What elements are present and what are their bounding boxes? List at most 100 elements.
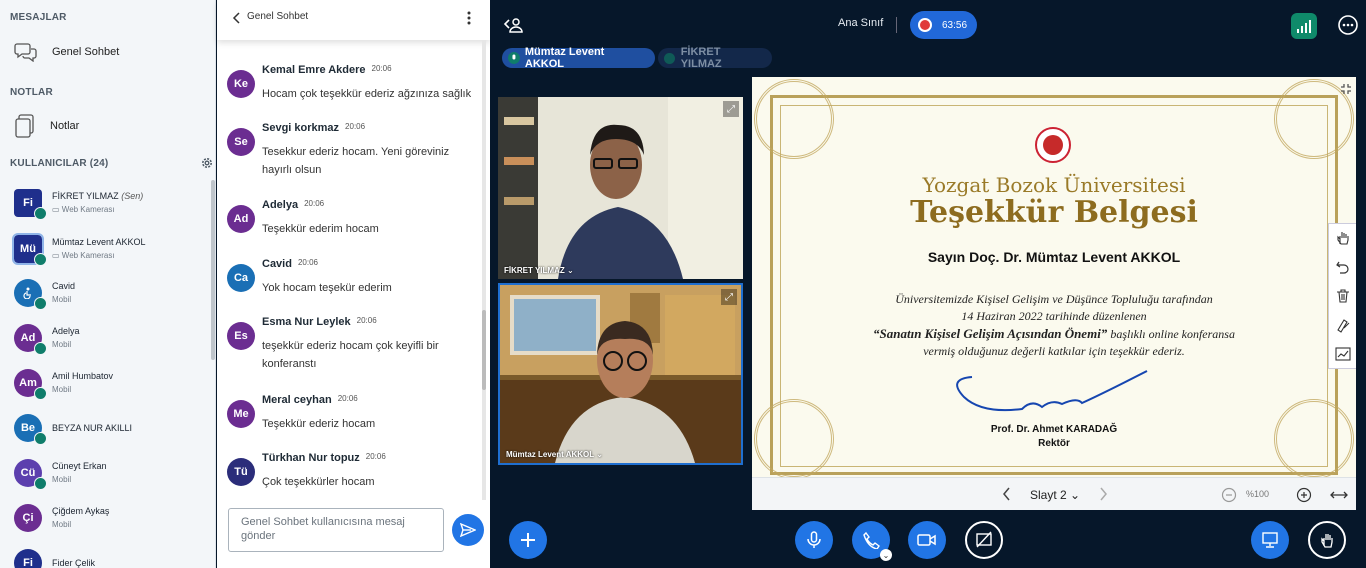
recording-time: 63:56 bbox=[942, 19, 968, 31]
message-time: 20:06 bbox=[345, 122, 366, 131]
slide-selector[interactable]: Slayt 2 ⌄ bbox=[1030, 488, 1080, 502]
actions-button[interactable] bbox=[509, 521, 547, 559]
expand-icon[interactable]: ⤢ bbox=[723, 101, 739, 117]
video-label[interactable]: Mümtaz Levent AKKOL ⌄ bbox=[506, 450, 603, 459]
message-time: 20:06 bbox=[356, 316, 377, 325]
message-text: Çok teşekkürler hocam bbox=[262, 476, 375, 488]
hide-panel-icon[interactable] bbox=[503, 16, 523, 34]
message-sender: Meral ceyhan bbox=[262, 394, 332, 406]
message-sender: Türkhan Nur topuz bbox=[262, 452, 360, 464]
send-button[interactable] bbox=[452, 514, 484, 546]
user-row[interactable]: Fi Fider Çelik bbox=[14, 543, 210, 568]
zoom-level: %100 bbox=[1246, 489, 1270, 499]
signature-icon bbox=[956, 370, 1148, 412]
user-status: Web Kamerası bbox=[61, 251, 115, 260]
user-row[interactable]: Cü Cüneyt Erkan Mobil bbox=[14, 453, 210, 493]
user-row[interactable]: Fi FİKRET YILMAZ (Sen) ▭ Web Kamerası bbox=[14, 183, 210, 223]
undo-icon[interactable] bbox=[1335, 259, 1351, 275]
more-options-icon[interactable] bbox=[1338, 15, 1358, 35]
video-tile[interactable]: ⤢ FİKRET YILMAZ ⌄ bbox=[498, 97, 743, 279]
message-sender: Cavid bbox=[262, 258, 292, 270]
trash-icon[interactable] bbox=[1335, 288, 1351, 304]
webcam-video bbox=[498, 97, 743, 279]
notes-link[interactable]: Notlar bbox=[14, 114, 79, 138]
video-tile[interactable]: ⤢ Mümtaz Levent AKKOL ⌄ bbox=[498, 283, 743, 465]
recording-indicator[interactable]: 63:56 bbox=[910, 11, 977, 39]
user-name: Çiğdem Aykaş bbox=[52, 506, 110, 516]
share-webcam-button[interactable] bbox=[908, 521, 946, 559]
chat-message-input[interactable]: Genel Sohbet kullanıcısına mesaj gönder bbox=[228, 508, 444, 552]
user-suffix: (Sen) bbox=[121, 191, 144, 201]
connection-status-button[interactable] bbox=[1291, 13, 1317, 39]
phone-icon bbox=[863, 531, 880, 549]
minimize-icon[interactable] bbox=[1340, 83, 1352, 95]
app: MESAJLAR Genel Sohbet NOTLAR Notlar KULL… bbox=[0, 0, 1366, 568]
presentation-toolbar: Slayt 2 ⌄ %100 bbox=[752, 477, 1356, 510]
avatar: Tü bbox=[227, 458, 255, 486]
message-sender: Esma Nur Leylek bbox=[262, 316, 351, 328]
user-name: Adelya bbox=[52, 326, 80, 336]
presentation-area: Yozgat Bozok Üniversitesi Teşekkür Belge… bbox=[752, 77, 1356, 510]
user-name: Cüneyt Erkan bbox=[52, 461, 107, 471]
user-row[interactable]: Mü Mümtaz Levent AKKOL ▭ Web Kamerası bbox=[12, 229, 210, 269]
leave-audio-button[interactable]: ⌄ bbox=[852, 521, 892, 561]
next-slide-icon[interactable] bbox=[1098, 487, 1108, 501]
certificate-title: Teşekkür Belgesi bbox=[910, 195, 1198, 230]
previous-slide-icon[interactable] bbox=[1002, 487, 1012, 501]
microphone-icon bbox=[34, 297, 47, 310]
public-chat-link[interactable]: Genel Sohbet bbox=[14, 42, 119, 62]
mute-button[interactable] bbox=[795, 521, 833, 559]
avatar bbox=[14, 279, 47, 310]
chat-scrollbar[interactable] bbox=[482, 40, 486, 500]
user-name: Fider Çelik bbox=[52, 557, 96, 568]
notes-header: NOTLAR bbox=[10, 87, 53, 98]
message-text: teşekkür ederiz hocam çok keyifli bir ko… bbox=[262, 340, 439, 370]
message-text: Tesekkur ederiz hocam. Yeni göreviniz ha… bbox=[262, 146, 450, 176]
message-sender: Adelya bbox=[262, 199, 299, 211]
chat-title[interactable]: Genel Sohbet bbox=[247, 11, 308, 22]
chevron-down-icon[interactable]: ⌄ bbox=[880, 549, 892, 561]
avatar: Cü bbox=[14, 459, 47, 490]
hand-tool-icon[interactable] bbox=[1335, 230, 1351, 246]
more-options-icon[interactable] bbox=[467, 11, 471, 25]
zoom-in-icon[interactable] bbox=[1296, 487, 1312, 503]
user-row[interactable]: Ad Adelya Mobil bbox=[14, 318, 210, 358]
user-name: BEYZA NUR AKILLI bbox=[52, 422, 133, 433]
gear-icon[interactable] bbox=[200, 156, 214, 170]
talking-indicator[interactable]: FİKRET YILMAZ bbox=[658, 46, 772, 70]
user-row[interactable]: Cavid Mobil bbox=[14, 273, 210, 313]
talking-indicator[interactable]: Mümtaz Levent AKKOL bbox=[502, 46, 655, 70]
microphone-icon bbox=[34, 387, 47, 400]
message-sender: Sevgi korkmaz bbox=[262, 122, 340, 134]
notes-icon bbox=[15, 114, 34, 138]
certificate-slide: Yozgat Bozok Üniversitesi Teşekkür Belge… bbox=[752, 77, 1356, 477]
user-name: Cavid bbox=[52, 281, 76, 291]
message-text: Teşekkür ederim hocam bbox=[262, 223, 379, 235]
talker-name: Mümtaz Levent AKKOL bbox=[524, 46, 605, 70]
expand-icon[interactable]: ⤢ bbox=[721, 289, 737, 305]
avatar: Fi bbox=[14, 189, 47, 220]
multi-user-pen-icon[interactable] bbox=[1335, 317, 1351, 333]
chart-icon[interactable] bbox=[1334, 346, 1351, 362]
avatar: Es bbox=[227, 322, 255, 350]
share-screen-button[interactable] bbox=[965, 521, 1003, 559]
fit-width-icon[interactable] bbox=[1330, 489, 1348, 501]
users-header: KULLANICILAR (24) bbox=[10, 158, 109, 169]
avatar: Ke bbox=[227, 70, 255, 98]
microphone-icon bbox=[34, 253, 47, 266]
user-name: FİKRET YILMAZ bbox=[52, 191, 119, 201]
chevron-left-icon[interactable] bbox=[232, 12, 242, 24]
user-status: Mobil bbox=[52, 385, 72, 394]
message-time: 20:06 bbox=[365, 452, 386, 461]
microphone-icon bbox=[508, 52, 520, 64]
user-row[interactable]: Çi Çiğdem Aykaş Mobil bbox=[14, 498, 210, 538]
user-row[interactable]: Am Amil Humbatov Mobil bbox=[14, 363, 210, 403]
user-row[interactable]: Be BEYZA NUR AKILLI bbox=[14, 408, 210, 448]
user-status: Web Kamerası bbox=[61, 205, 115, 214]
video-label[interactable]: FİKRET YILMAZ ⌄ bbox=[504, 266, 574, 275]
zoom-out-icon[interactable] bbox=[1221, 487, 1237, 503]
user-list-panel: MESAJLAR Genel Sohbet NOTLAR Notlar KULL… bbox=[0, 0, 216, 568]
user-list-scrollbar[interactable] bbox=[211, 180, 215, 360]
raise-hand-button[interactable] bbox=[1308, 521, 1346, 559]
presentation-toggle-button[interactable] bbox=[1251, 521, 1289, 559]
